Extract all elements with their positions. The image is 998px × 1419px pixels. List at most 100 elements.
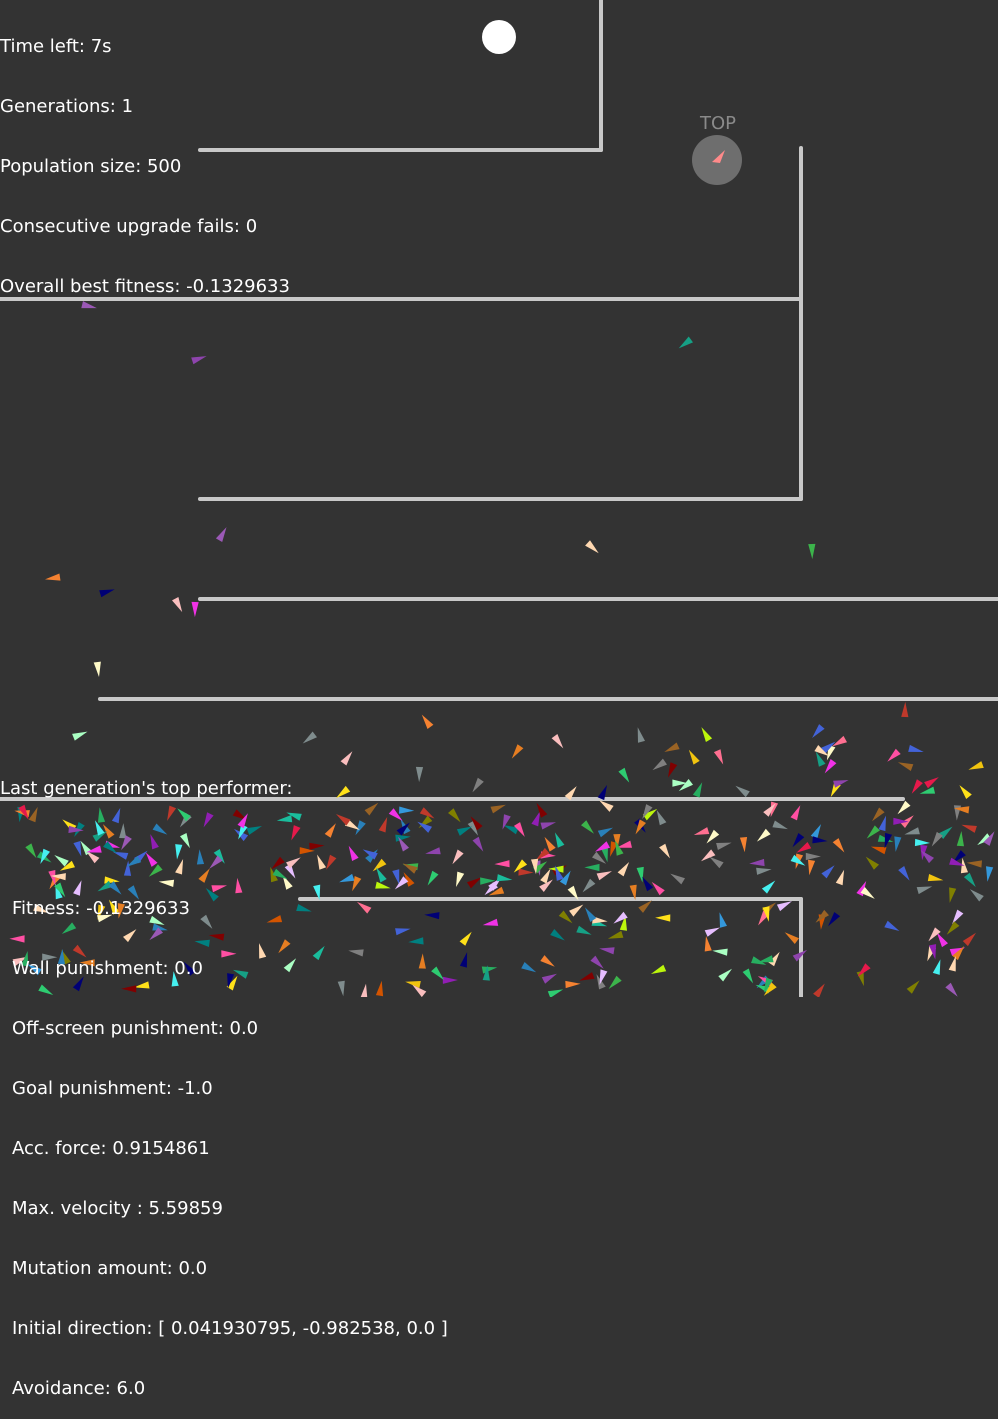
agent-triangle — [472, 777, 484, 793]
agent-triangle — [704, 936, 712, 952]
agent-triangle — [772, 820, 788, 830]
agent-triangle — [824, 759, 837, 774]
agent-triangle — [870, 846, 887, 855]
agent-triangle — [949, 887, 957, 903]
agent-triangle — [590, 955, 604, 969]
agent-triangle — [599, 969, 608, 985]
agent-triangle — [518, 868, 534, 876]
agent-triangle — [914, 838, 931, 847]
agent-triangle — [709, 856, 724, 869]
agent-triangle — [576, 925, 592, 935]
agent-triangle — [796, 842, 812, 853]
agent-triangle — [664, 742, 680, 752]
agent-triangle — [857, 963, 871, 977]
agent-triangle — [776, 901, 792, 912]
agent-triangle — [678, 336, 693, 349]
agent-triangle — [472, 836, 484, 852]
agent-triangle — [812, 836, 828, 844]
agent-triangle — [936, 932, 948, 948]
agent-triangle — [828, 912, 841, 927]
agent-triangle — [739, 837, 748, 853]
agent-triangle — [565, 980, 581, 989]
agent-triangle — [481, 966, 498, 974]
agent-triangle — [678, 779, 693, 792]
agent-triangle — [467, 877, 482, 889]
agent-triangle — [956, 831, 964, 847]
stats-overlay: Time left: 7s Generations: 1 Population … — [0, 0, 290, 317]
agent-triangle — [932, 959, 941, 975]
agent-triangle — [456, 826, 473, 836]
agent-triangle — [835, 869, 845, 886]
agent-triangle — [585, 540, 599, 554]
agent-triangle — [813, 983, 825, 997]
agent-triangle — [897, 762, 914, 771]
agent-triangle — [618, 767, 630, 783]
agent-triangle — [866, 825, 880, 839]
agent-triangle — [761, 880, 776, 894]
agent-triangle — [655, 914, 671, 922]
agent-triangle — [582, 878, 596, 893]
agent-triangle — [659, 843, 670, 859]
population-size-text: Population size: 500 — [0, 156, 182, 177]
agent-triangle — [962, 932, 976, 947]
generations-text: Generations: 1 — [0, 96, 134, 117]
agent-triangle — [607, 930, 624, 939]
report-goal-punishment: Goal punishment: -1.0 — [12, 1078, 213, 1099]
agent-triangle — [966, 860, 982, 868]
agent-triangle — [865, 856, 879, 870]
agent-triangle — [544, 836, 556, 852]
agent-triangle — [599, 947, 615, 955]
agent-triangle — [99, 589, 115, 598]
agent-triangle — [906, 980, 920, 994]
agent-triangle — [832, 735, 847, 747]
agent-triangle — [718, 968, 732, 982]
agent-triangle — [482, 918, 499, 926]
report-spacer — [0, 839, 448, 859]
report-wall-punishment: Wall punishment: 0.0 — [12, 958, 203, 979]
agent-triangle — [784, 932, 799, 944]
agent-triangle — [596, 871, 612, 881]
agent-triangle — [887, 748, 901, 762]
agent-triangle — [904, 827, 920, 835]
best-fitness-text: Overall best fitness: -0.1329633 — [0, 276, 290, 297]
agent-triangle — [961, 824, 977, 833]
agent-triangle — [670, 873, 685, 885]
agent-triangle — [172, 597, 183, 613]
top-marker-label: TOP — [699, 113, 736, 134]
agent-triangle — [716, 842, 732, 850]
agent-triangle — [969, 889, 984, 902]
agent-triangle — [615, 840, 624, 856]
agent-triangle — [872, 807, 885, 822]
agent-triangle — [656, 810, 667, 826]
agent-triangle — [569, 904, 584, 917]
report-fitness: Fitness: -0.1329633 — [12, 898, 190, 919]
agent-triangle — [701, 727, 713, 742]
agent-triangle — [908, 744, 924, 752]
agent-triangle — [719, 912, 727, 928]
agent-triangle — [642, 876, 654, 892]
agent-triangle — [878, 815, 886, 832]
agent-triangle — [215, 527, 227, 542]
agent-triangle — [540, 955, 555, 967]
agent-triangle — [821, 865, 835, 879]
agent-triangle — [541, 973, 557, 984]
agent-triangle — [713, 749, 724, 765]
agent-triangle — [550, 929, 565, 941]
agent-triangle — [898, 866, 910, 881]
goal-circle — [482, 20, 516, 54]
report-initial-direction: Initial direction: [ 0.041930795, -0.982… — [12, 1318, 448, 1339]
agent-triangle — [742, 968, 754, 984]
report-offscreen-punishment: Off-screen punishment: 0.0 — [12, 1018, 259, 1039]
agent-triangle — [584, 863, 600, 872]
agent-triangle — [490, 804, 506, 814]
agent-triangle — [911, 779, 923, 794]
agent-triangle — [948, 956, 956, 972]
agent-triangle — [924, 777, 939, 789]
report-heading: Last generation's top performer: — [0, 778, 293, 799]
report-acc-force: Acc. force: 0.9154861 — [12, 1138, 210, 1159]
agent-triangle — [808, 859, 816, 876]
agent-triangle — [191, 356, 207, 365]
top-performer-marker: TOP — [692, 113, 742, 185]
agent-triangle — [448, 808, 461, 823]
agent-triangle — [459, 931, 472, 946]
